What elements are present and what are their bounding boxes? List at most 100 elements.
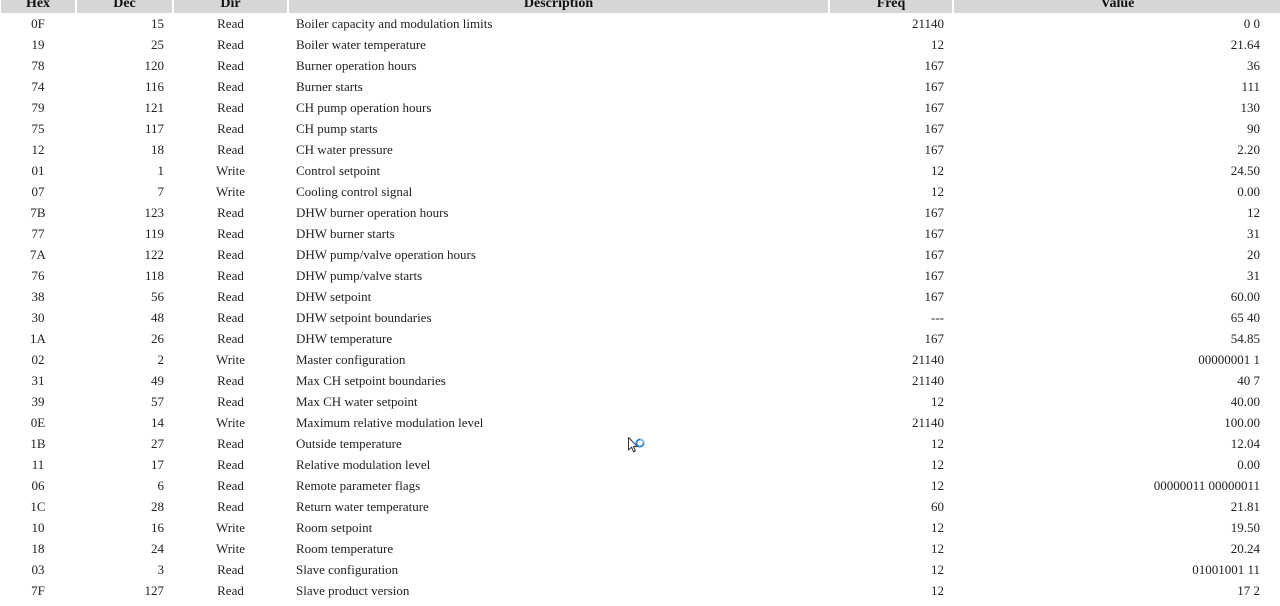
- cell-dir: Read: [217, 478, 244, 493]
- cell-hex: 79: [31, 100, 45, 115]
- cell-value: 0.00: [1237, 184, 1260, 199]
- cell-value: 0 0: [1243, 16, 1260, 31]
- cell-value: 40.00: [1230, 394, 1260, 409]
- cell-dec: 3: [157, 562, 165, 577]
- cell-hex: 31: [31, 373, 45, 388]
- cell-description: Room temperature: [296, 541, 394, 556]
- table-row: 18 24 Write Room temperature 12 20.24: [1, 538, 1280, 559]
- cell-dec: 117: [144, 121, 164, 136]
- column-header-value[interactable]: Value: [954, 0, 1280, 13]
- cell-dec: 15: [151, 16, 164, 31]
- table-row: 77 119 Read DHW burner starts 167 31: [1, 223, 1280, 244]
- cell-description: Burner starts: [296, 79, 363, 94]
- cell-hex: 1B: [30, 436, 46, 451]
- cell-dec: 56: [151, 289, 164, 304]
- cell-hex: 76: [31, 268, 45, 283]
- table-row: 1C 28 Read Return water temperature 60 21.81: [1, 496, 1280, 517]
- cell-value: 36: [1247, 58, 1260, 73]
- column-header-freq[interactable]: Freq: [830, 0, 952, 13]
- cell-dir: Read: [217, 562, 244, 577]
- table-row: 03 3 Read Slave configuration 12 01001001 11: [1, 559, 1280, 580]
- cell-description: Cooling control signal: [296, 184, 413, 199]
- cell-dir: Read: [217, 142, 244, 157]
- table-row: 0E 14 Write Maximum relative modulation lev…: [1, 412, 1280, 433]
- cell-value: 21.64: [1230, 37, 1260, 52]
- cell-description: Slave configuration: [296, 562, 399, 577]
- cell-freq: 12: [931, 520, 944, 535]
- cell-hex: 19: [31, 37, 45, 52]
- cell-dir: Read: [217, 268, 244, 283]
- column-header-dec[interactable]: Dec: [77, 0, 172, 13]
- cell-dec: 17: [151, 457, 164, 472]
- column-header-hex[interactable]: Hex: [1, 0, 75, 13]
- cell-hex: 06: [31, 478, 45, 493]
- cell-dec: 123: [144, 205, 165, 220]
- cell-freq: 12: [931, 163, 944, 178]
- cell-freq: 167: [924, 247, 945, 262]
- cell-freq: 12: [931, 457, 944, 472]
- cell-value: 20: [1247, 247, 1260, 262]
- cell-dir: Write: [215, 415, 246, 430]
- busy-pointer-icon: [628, 437, 645, 453]
- table-row: 7A 122 Read DHW pump/valve operation hours 1…: [1, 244, 1280, 265]
- cell-freq: 12: [931, 478, 944, 493]
- cell-dir: Read: [217, 16, 244, 31]
- cell-dir: Read: [217, 499, 244, 514]
- cell-freq: 12: [931, 37, 944, 52]
- cell-freq: 60: [931, 499, 944, 514]
- cell-dir: Write: [215, 163, 246, 178]
- cell-value: 12: [1247, 205, 1260, 220]
- cell-description: Maximum relative modulation level: [296, 415, 484, 430]
- table-row: 19 25 Read Boiler water temperature 12 21.64: [1, 34, 1280, 55]
- cell-description: Return water temperature: [296, 499, 429, 514]
- table-row: 12 18 Read CH water pressure 167 2.20: [1, 139, 1280, 160]
- cell-freq: 167: [924, 226, 945, 241]
- cell-description: CH pump starts: [296, 121, 378, 136]
- cell-value: 31: [1247, 268, 1260, 283]
- column-header-description[interactable]: Description: [289, 0, 828, 13]
- cell-description: DHW pump/valve starts: [296, 268, 423, 283]
- column-header-dir[interactable]: Dir: [174, 0, 287, 13]
- cell-value: 60.00: [1230, 289, 1260, 304]
- cell-description: Boiler capacity and modulation limits: [296, 16, 493, 31]
- table-row: 7F 127 Read Slave product version 12 17 2: [1, 580, 1280, 601]
- cell-freq: 21140: [911, 415, 944, 430]
- cell-hex: 18: [31, 541, 45, 556]
- cell-description: Burner operation hours: [296, 58, 417, 73]
- cell-dir: Read: [217, 79, 244, 94]
- cell-dec: 57: [151, 394, 164, 409]
- cell-description: CH water pressure: [296, 142, 393, 157]
- cell-value: 90: [1247, 121, 1260, 136]
- cell-freq: 167: [924, 79, 945, 94]
- table-row: 78 120 Read Burner operation hours 167 36: [1, 55, 1280, 76]
- cell-dir: Read: [217, 37, 244, 52]
- cell-dir: Read: [217, 289, 244, 304]
- cell-freq: 12: [931, 541, 944, 556]
- cell-dir: Read: [217, 226, 244, 241]
- cell-description: DHW setpoint: [296, 289, 372, 304]
- cell-freq: 21140: [911, 352, 944, 367]
- cell-value: 130: [1240, 100, 1261, 115]
- table-row: 11 17 Read Relative modulation level 12 0.00: [1, 454, 1280, 475]
- cell-dir: Read: [217, 205, 244, 220]
- cell-hex: 77: [31, 226, 45, 241]
- cell-description: Remote parameter flags: [296, 478, 421, 493]
- cell-dec: 24: [151, 541, 164, 556]
- cell-hex: 74: [31, 79, 45, 94]
- cell-dec: 18: [151, 142, 164, 157]
- cell-value: 20.24: [1230, 541, 1260, 556]
- cell-freq: 167: [924, 289, 945, 304]
- cell-dec: 16: [151, 520, 164, 535]
- cell-freq: ---: [931, 310, 944, 325]
- cell-value: 65 40: [1230, 310, 1260, 325]
- cell-hex: 30: [31, 310, 45, 325]
- cell-dec: 1: [157, 163, 165, 178]
- table-row: 0F 15 Read Boiler capacity and modulation l…: [1, 13, 1280, 34]
- cell-dec: 127: [144, 583, 165, 598]
- cell-description: CH pump operation hours: [296, 100, 432, 115]
- cell-hex: 02: [31, 352, 45, 367]
- cell-value: 12.04: [1230, 436, 1260, 451]
- cell-description: Boiler water temperature: [296, 37, 426, 52]
- cell-description: Control setpoint: [296, 163, 381, 178]
- cell-dir: Write: [215, 541, 246, 556]
